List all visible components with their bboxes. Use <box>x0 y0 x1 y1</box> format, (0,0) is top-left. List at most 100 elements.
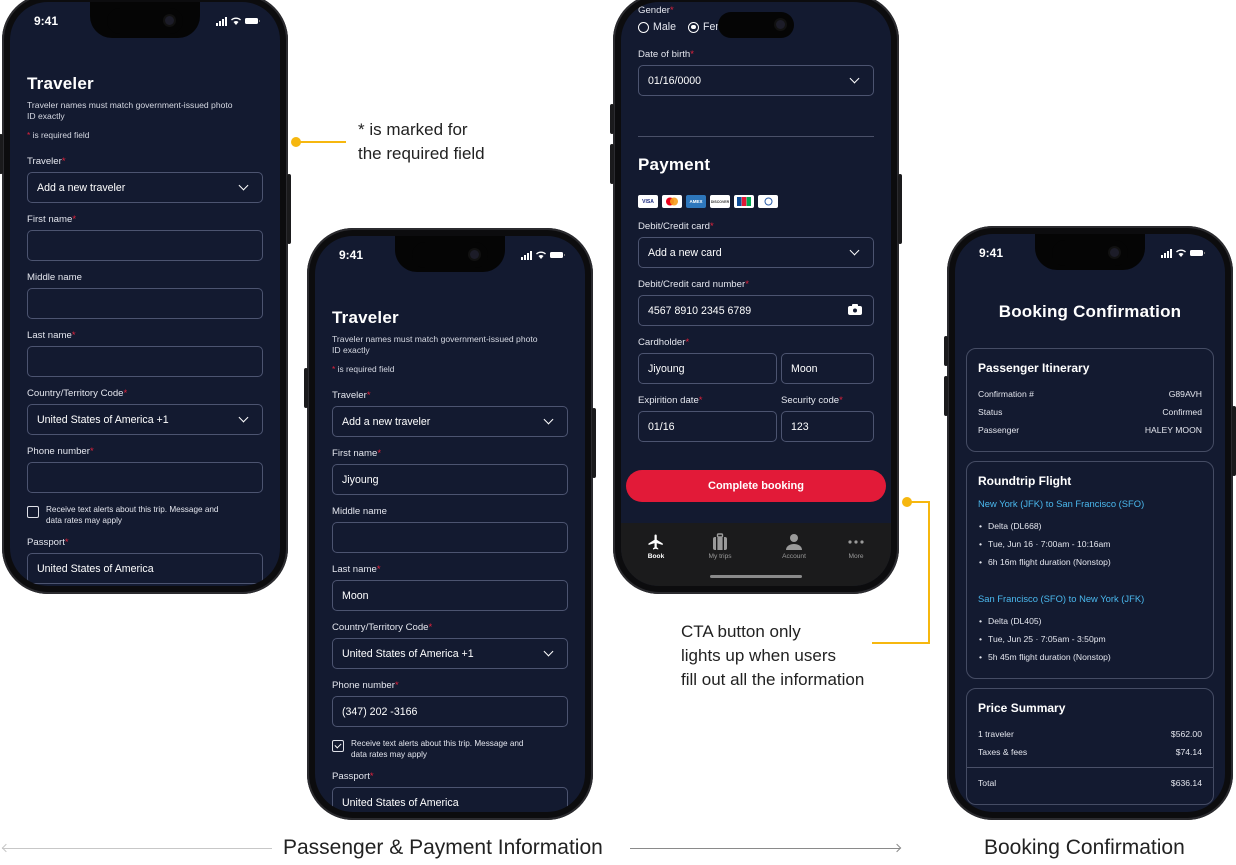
country-code-label: Country/Territory Code* <box>27 388 128 399</box>
chevron-down-icon <box>238 180 249 191</box>
jcb-logo-icon <box>734 195 754 208</box>
price-row: Taxes & fees $74.14 <box>978 747 1202 757</box>
annotation-line <box>928 501 930 643</box>
phone-number-input[interactable]: (347) 202 -3166 <box>332 696 568 727</box>
status-bar: 9:41 <box>979 246 1205 260</box>
radio-female[interactable] <box>687 21 699 33</box>
wifi-icon <box>536 251 546 259</box>
annotation-line <box>296 141 346 143</box>
itinerary-row: Confirmation # G89AVH <box>978 389 1202 399</box>
flight-route[interactable]: New York (JFK) to San Francisco (SFO) <box>978 498 1202 509</box>
tab-my-trips[interactable]: My trips <box>695 531 745 560</box>
flight-detail: Tue, Jun 16 · 7:00am - 10:16am <box>978 535 1202 553</box>
country-code-label: Country/Territory Code* <box>332 622 433 633</box>
middle-name-input[interactable] <box>27 288 263 319</box>
airplane-icon <box>648 534 663 550</box>
last-name-label: Last name* <box>332 564 381 575</box>
status-time: 9:41 <box>979 246 1004 260</box>
battery-icon <box>1190 250 1205 256</box>
screen: Gender* Male Fema Date of birth* 01/16/0… <box>621 2 891 586</box>
radio-male[interactable] <box>638 21 649 33</box>
sms-alerts-checkbox[interactable] <box>27 506 39 518</box>
last-name-input[interactable] <box>27 346 263 377</box>
phone-booking-confirmation: 9:41 Booking Confirmation Passenger Itin… <box>944 226 1236 820</box>
passport-select[interactable]: United States of America <box>332 787 568 812</box>
security-code-label: Security code* <box>781 395 843 406</box>
status-time: 9:41 <box>34 14 59 28</box>
screen: 9:41 Traveler Traveler names must match … <box>10 2 280 586</box>
gender-option-male[interactable]: Male <box>638 21 676 33</box>
country-code-select[interactable]: United States of America +1 <box>27 404 263 435</box>
security-code-input[interactable]: 123 <box>781 411 874 442</box>
page-title: Traveler <box>332 308 399 327</box>
flight-detail: Tue, Jun 25 · 7:05am - 3:50pm <box>978 630 1202 648</box>
price-total-row: Total $636.14 <box>978 778 1202 788</box>
card-brand-logos: VISA AMEX DISCOVER <box>638 195 874 208</box>
price-title: Price Summary <box>978 701 1066 715</box>
dob-select[interactable]: 01/16/0000 <box>638 65 874 96</box>
card-number-label: Debit/Credit card number* <box>638 279 749 290</box>
expiration-input[interactable]: 01/16 <box>638 411 777 442</box>
traveler-select[interactable]: Add a new traveler <box>332 406 568 437</box>
last-name-input[interactable]: Moon <box>332 580 568 611</box>
traveler-select[interactable]: Add a new traveler <box>27 172 263 203</box>
complete-booking-button[interactable]: Complete booking <box>626 470 886 502</box>
itinerary-card: Passenger Itinerary Confirmation # G89AVH… <box>966 348 1214 452</box>
annotation-required-field: * is marked for the required field <box>358 120 485 163</box>
first-name-input[interactable]: Jiyoung <box>332 464 568 495</box>
battery-icon <box>550 252 565 258</box>
sms-alerts-label: Receive text alerts about this trip. Mes… <box>351 739 524 759</box>
arrow-right-icon <box>892 843 902 853</box>
camera-icon[interactable] <box>848 303 862 318</box>
sms-alerts-label: Receive text alerts about this trip. Mes… <box>46 505 219 525</box>
annotation-cta: CTA button only lights up when users fil… <box>681 622 865 689</box>
itinerary-title: Passenger Itinerary <box>978 361 1090 375</box>
card-number-input[interactable]: 4567 8910 2345 6789 <box>638 295 874 326</box>
sms-alerts-option[interactable]: Receive text alerts about this trip. Mes… <box>332 739 568 760</box>
country-code-select[interactable]: United States of America +1 <box>332 638 568 669</box>
first-name-label: First name* <box>27 214 77 225</box>
card-select[interactable]: Add a new card <box>638 237 874 268</box>
tab-account[interactable]: Account <box>769 531 819 560</box>
caption-booking-confirmation: Booking Confirmation <box>984 836 1185 859</box>
itinerary-row: Passenger HALEY MOON <box>978 425 1202 435</box>
luggage-icon <box>713 533 727 550</box>
more-dots-icon <box>848 540 864 544</box>
tab-more[interactable]: More <box>831 531 881 560</box>
dob-label: Date of birth* <box>638 49 694 60</box>
amex-logo-icon: AMEX <box>686 195 706 208</box>
sms-alerts-checkbox[interactable] <box>332 740 344 752</box>
bottom-tab-bar: Book My trips Account More <box>621 523 891 586</box>
first-name-input[interactable] <box>27 230 263 261</box>
cardholder-first-input[interactable]: Jiyoung <box>638 353 777 384</box>
flight-route[interactable]: San Francisco (SFO) to New York (JFK) <box>978 593 1202 604</box>
flight-detail: 5h 45m flight duration (Nonstop) <box>978 648 1202 666</box>
status-bar: 9:41 <box>339 248 565 262</box>
subtitle: Traveler names must match government-iss… <box>332 334 538 355</box>
cardholder-last-input[interactable]: Moon <box>781 353 874 384</box>
chevron-down-icon <box>238 412 249 423</box>
passport-select[interactable]: United States of America <box>27 553 263 584</box>
flight-title: Roundtrip Flight <box>978 474 1072 488</box>
first-name-label: First name* <box>332 448 382 459</box>
screen: 9:41 Booking Confirmation Passenger Itin… <box>955 234 1225 812</box>
visa-logo-icon: VISA <box>638 195 658 208</box>
phone-number-input[interactable] <box>27 462 263 493</box>
diners-logo-icon <box>758 195 778 208</box>
phone-number-label: Phone number* <box>332 680 399 691</box>
passport-label: Passport* <box>27 537 69 548</box>
traveler-label: Traveler* <box>332 390 371 401</box>
home-indicator <box>710 575 802 578</box>
flight-detail: 6h 16m flight duration (Nonstop) <box>978 553 1202 571</box>
tab-book[interactable]: Book <box>631 531 681 560</box>
annotation-line <box>872 642 930 644</box>
sms-alerts-option[interactable]: Receive text alerts about this trip. Mes… <box>27 505 263 526</box>
status-bar: 9:41 <box>34 14 260 28</box>
arrow-left-icon <box>1 843 11 853</box>
flight-card: Roundtrip Flight New York (JFK) to San F… <box>966 461 1214 679</box>
itinerary-row: Status Confirmed <box>978 407 1202 417</box>
middle-name-input[interactable] <box>332 522 568 553</box>
signal-icon <box>1161 248 1172 258</box>
chevron-down-icon <box>543 414 554 425</box>
battery-icon <box>245 18 260 24</box>
